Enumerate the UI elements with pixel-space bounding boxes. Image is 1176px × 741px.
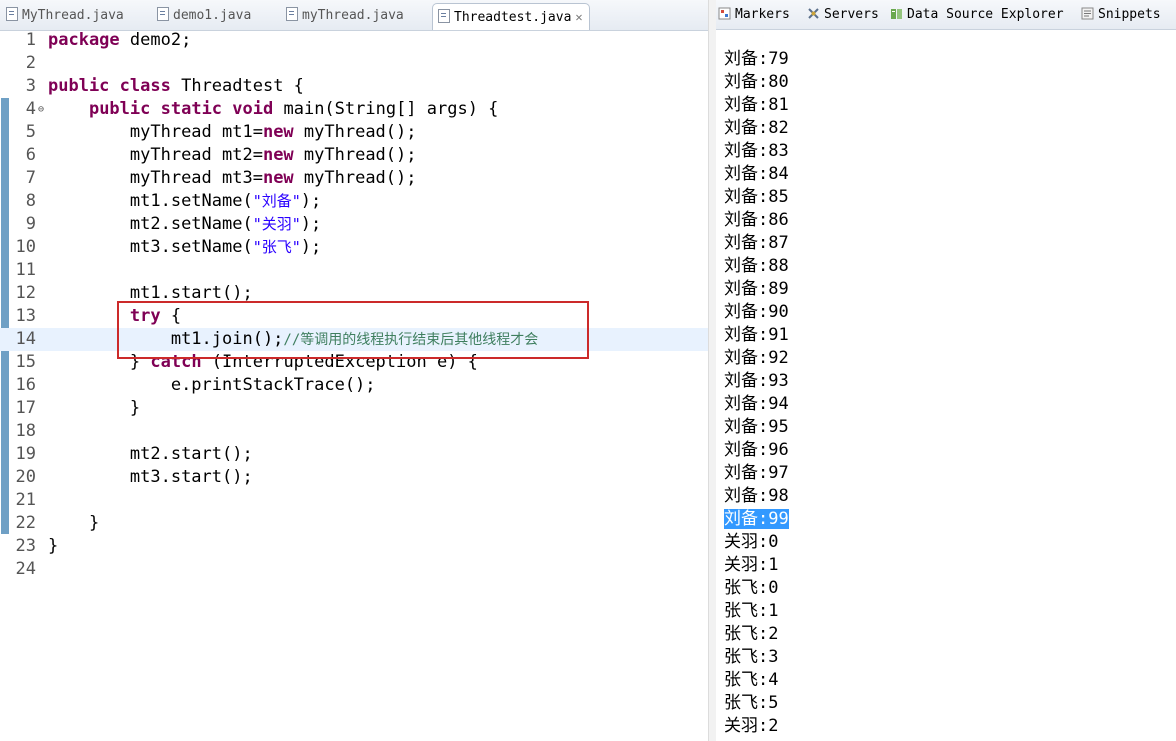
console-line: 刘备:79 — [724, 49, 789, 69]
code-line-6: 6 myThread mt2=new myThread(); — [0, 144, 708, 167]
line-number: 5 — [25, 122, 36, 142]
code-editor[interactable]: MyThread.java demo1.java myThread.java T… — [0, 0, 708, 741]
console-output[interactable]: 刘备:79 刘备:80 刘备:81 刘备:82 刘备:83 刘备:84 刘备:8… — [724, 48, 789, 738]
code-line-23: 23} — [15, 536, 59, 556]
console-line: 刘备:98 — [724, 486, 789, 506]
code-line-11: 11 — [0, 259, 708, 282]
tab-mythread-lower-java[interactable]: myThread.java — [286, 4, 404, 28]
fold-collapse-icon[interactable]: ⊖ — [38, 98, 44, 121]
line-number: 23 — [15, 536, 36, 556]
view-tab-bar: Markers Servers Data Source Explorer Sni… — [716, 0, 1176, 30]
console-line: 张飞:1 — [724, 601, 779, 621]
code-line-8: 8 mt1.setName("刘备"); — [0, 190, 708, 213]
red-annotation-box — [117, 301, 589, 359]
editor-tab-bar: MyThread.java demo1.java myThread.java T… — [0, 0, 708, 31]
console-line: 刘备:92 — [724, 348, 789, 368]
console-line: 张飞:4 — [724, 670, 779, 690]
code-line-4: 4 ⊖ public static void main(String[] args… — [0, 98, 708, 121]
code-line-1: 1 package demo2; — [0, 29, 708, 52]
console-line: 刘备:94 — [724, 394, 789, 414]
line-number: 6 — [25, 145, 36, 165]
console-line: 刘备:82 — [724, 118, 789, 138]
line-number: 1 — [25, 30, 36, 50]
console-line: 刘备:80 — [724, 72, 789, 92]
code-line-5: 5 myThread mt1=new myThread(); — [0, 121, 708, 144]
code-line-17: 17 } — [15, 398, 141, 418]
line-number: 22 — [15, 513, 36, 533]
console-line: 关羽:2 — [724, 716, 779, 736]
code-line-20: 20 mt3.start(); — [15, 467, 253, 487]
code-line-18: 18 — [0, 420, 708, 443]
line-number: 14 — [15, 329, 36, 349]
line-number: 20 — [15, 467, 36, 487]
tab-mythread-java[interactable]: MyThread.java — [6, 4, 124, 28]
console-line: 张飞:5 — [724, 693, 779, 713]
console-line: 张飞:0 — [724, 578, 779, 598]
line-number: 8 — [25, 191, 36, 211]
console-line: 刘备:85 — [724, 187, 789, 207]
tab-snippets[interactable]: Snippets — [1081, 5, 1161, 25]
console-line: 张飞:2 — [724, 624, 779, 644]
code-line-16: 16 e.printStackTrace(); — [15, 375, 376, 395]
tab-markers[interactable]: Markers — [718, 5, 790, 25]
tab-data-source-explorer[interactable]: Data Source Explorer — [890, 5, 1064, 25]
code-line-9: 9 mt2.setName("关羽"); — [0, 213, 708, 236]
line-number: 4 — [25, 99, 36, 119]
console-line: 刘备:95 — [724, 417, 789, 437]
tab-threadtest-java[interactable]: Threadtest.java ✕ — [432, 3, 590, 30]
java-file-icon — [157, 7, 169, 21]
console-line: 刘备:86 — [724, 210, 789, 230]
close-tab-icon[interactable]: ✕ — [575, 10, 582, 24]
line-number: 10 — [15, 237, 36, 257]
console-line: 刘备:93 — [724, 371, 789, 391]
console-line: 刘备:97 — [724, 463, 789, 483]
code-line-3: 3 public class Threadtest { — [0, 75, 708, 98]
code-line-19: 19 mt2.start(); — [15, 444, 253, 464]
line-number: 16 — [15, 375, 36, 395]
console-line: 张飞:3 — [724, 647, 779, 667]
java-file-icon — [438, 9, 450, 23]
console-view[interactable]: Markers Servers Data Source Explorer Sni… — [716, 0, 1176, 741]
data-source-icon — [891, 9, 902, 19]
markers-icon — [718, 7, 731, 20]
java-file-icon — [286, 7, 298, 21]
console-line: 关羽:1 — [724, 555, 779, 575]
line-number: 3 — [25, 76, 36, 96]
line-number: 17 — [15, 398, 36, 418]
line-number: 19 — [15, 444, 36, 464]
servers-icon — [808, 8, 819, 19]
console-line: 刘备:81 — [724, 95, 789, 115]
line-number: 21 — [15, 490, 36, 510]
console-line: 刘备:91 — [724, 325, 789, 345]
console-line: 刘备:96 — [724, 440, 789, 460]
code-line-22: 22 } — [15, 513, 100, 533]
line-number: 15 — [15, 352, 36, 372]
code-line-21: 21 — [0, 489, 708, 512]
line-number: 2 — [25, 53, 36, 73]
line-number: 9 — [25, 214, 36, 234]
line-number: 12 — [15, 283, 36, 303]
console-line: 刘备:83 — [724, 141, 789, 161]
console-line: 刘备:87 — [724, 233, 789, 253]
code-line-24: 24 — [0, 558, 708, 581]
line-number: 24 — [15, 559, 36, 579]
code-line-10: 10 mt3.setName("张飞"); — [15, 237, 322, 257]
java-file-icon — [6, 7, 18, 21]
console-line: 刘备:90 — [724, 302, 789, 322]
tab-demo1-java[interactable]: demo1.java — [157, 4, 251, 28]
console-line: 刘备:89 — [724, 279, 789, 299]
console-line: 刘备:88 — [724, 256, 789, 276]
line-number: 7 — [25, 168, 36, 188]
snippets-icon — [1081, 7, 1094, 20]
code-line-2: 2 — [0, 52, 708, 75]
line-number: 11 — [15, 260, 36, 280]
console-line: 刘备:84 — [724, 164, 789, 184]
console-line: 关羽:0 — [724, 532, 779, 552]
line-number: 18 — [15, 421, 36, 441]
line-number: 13 — [15, 306, 36, 326]
tab-servers[interactable]: Servers — [807, 5, 879, 25]
code-line-7: 7 myThread mt3=new myThread(); — [0, 167, 708, 190]
console-line-selected: 刘备:99 — [724, 509, 789, 529]
